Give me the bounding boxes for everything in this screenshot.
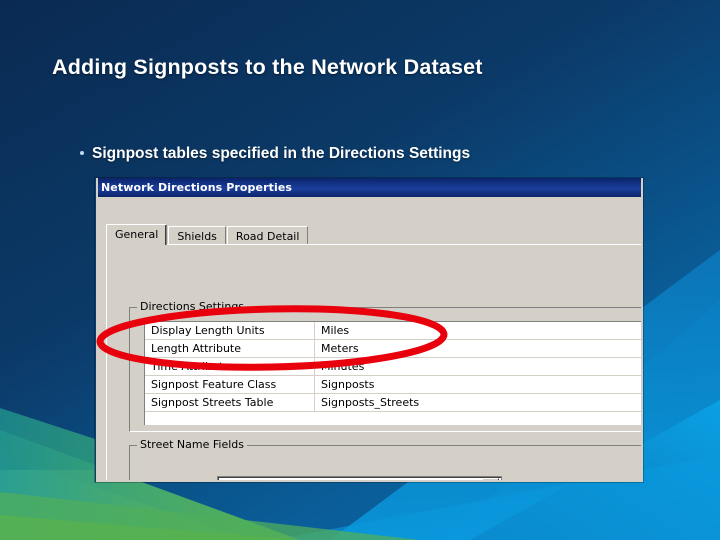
bullet-list-item: Signpost tables specified in the Directi… (80, 145, 470, 163)
network-directions-properties-dialog[interactable]: Network Directions Properties General Sh… (95, 178, 643, 482)
page-title: Adding Signposts to the Network Dataset (52, 55, 483, 79)
tab-general[interactable]: General (106, 224, 168, 245)
bullet-text: Signpost tables specified in the Directi… (92, 145, 471, 162)
dialog-frame (96, 178, 643, 482)
bullet-dot-icon (80, 151, 84, 155)
